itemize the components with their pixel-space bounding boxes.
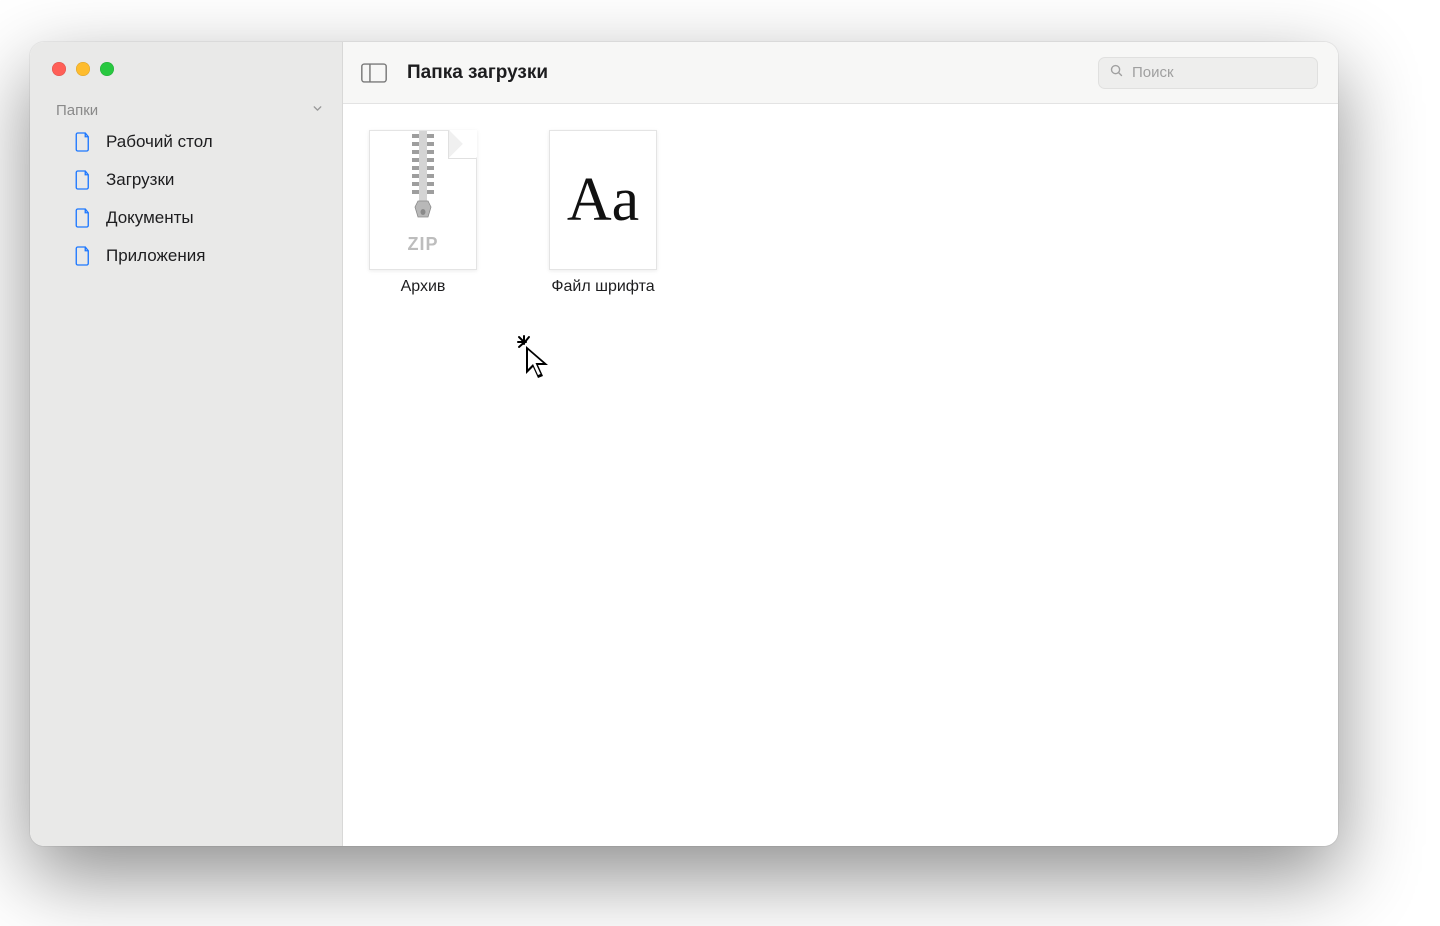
window-controls <box>30 62 342 96</box>
chevron-down-icon <box>311 102 324 119</box>
zoom-window-button[interactable] <box>100 62 114 76</box>
toolbar: Папка загрузки <box>343 42 1338 104</box>
font-file-icon: Aa <box>549 130 657 270</box>
sidebar-item-documents[interactable]: Документы <box>38 200 334 236</box>
sidebar-item-downloads[interactable]: Загрузки <box>38 162 334 198</box>
document-icon <box>74 131 92 153</box>
font-glyph: Aa <box>567 169 639 231</box>
file-name-label: Файл шрифта <box>551 278 654 296</box>
zip-badge: ZIP <box>407 234 438 255</box>
sidebar-item-desktop[interactable]: Рабочий стол <box>38 124 334 160</box>
document-icon <box>74 169 92 191</box>
close-window-button[interactable] <box>52 62 66 76</box>
document-icon <box>74 207 92 229</box>
sidebar-group-label: Папки <box>56 102 98 119</box>
sidebar-item-label: Приложения <box>106 246 205 266</box>
file-grid[interactable]: ZIP Архив Aa Файл шрифта <box>343 104 1338 846</box>
finder-window: Папки Рабочий стол Загрузки <box>30 42 1338 846</box>
sidebar-group-header[interactable]: Папки <box>30 96 342 123</box>
sidebar-item-label: Документы <box>106 208 194 228</box>
main-pane: Папка загрузки <box>343 42 1338 846</box>
zip-file-icon: ZIP <box>369 130 477 270</box>
toggle-sidebar-button[interactable] <box>361 63 387 83</box>
file-item-font[interactable]: Aa Файл шрифта <box>533 130 673 296</box>
document-icon <box>74 245 92 267</box>
search-icon <box>1109 63 1124 83</box>
sidebar-item-label: Загрузки <box>106 170 174 190</box>
file-item-archive[interactable]: ZIP Архив <box>353 130 493 296</box>
file-name-label: Архив <box>401 278 446 296</box>
window-title: Папка загрузки <box>407 62 1078 84</box>
search-field[interactable] <box>1098 57 1318 89</box>
sidebar: Папки Рабочий стол Загрузки <box>30 42 343 846</box>
search-input[interactable] <box>1132 64 1307 81</box>
sidebar-item-label: Рабочий стол <box>106 132 213 152</box>
minimize-window-button[interactable] <box>76 62 90 76</box>
sidebar-item-applications[interactable]: Приложения <box>38 238 334 274</box>
